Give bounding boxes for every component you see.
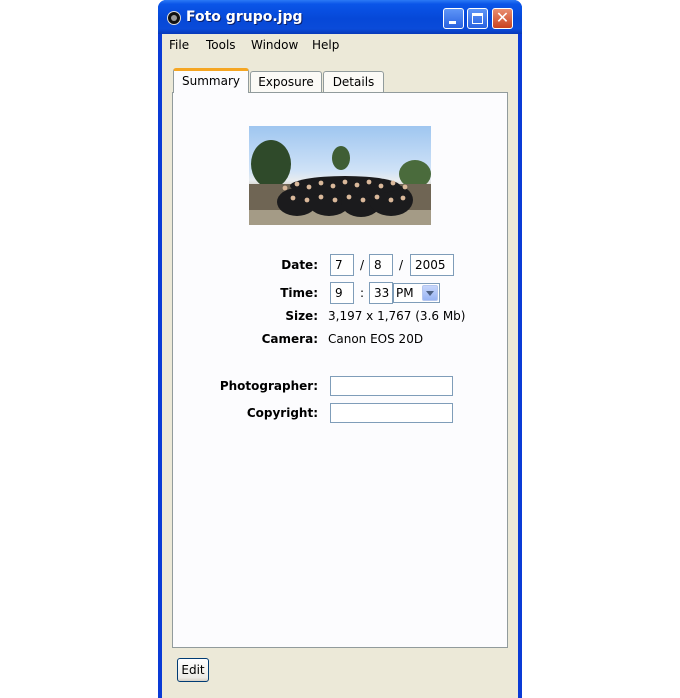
camera-lens-icon[interactable] <box>167 11 181 25</box>
edit-button[interactable]: Edit <box>177 658 209 682</box>
photo-thumbnail <box>249 126 431 225</box>
date-day-field[interactable]: 8 <box>369 254 393 276</box>
menu-help[interactable]: Help <box>312 38 339 52</box>
size-label: Size: <box>285 309 318 323</box>
size-value: 3,197 x 1,767 (3.6 Mb) <box>328 309 466 323</box>
menu-window[interactable]: Window <box>251 38 298 52</box>
copyright-field[interactable] <box>330 403 453 423</box>
date-separator-2: / <box>399 258 404 272</box>
menu-tools[interactable]: Tools <box>206 38 236 52</box>
maximize-icon <box>472 13 483 24</box>
photographer-label: Photographer: <box>219 379 318 393</box>
copyright-label: Copyright: <box>246 406 318 420</box>
window-client: File Tools Window Help Summary Exposure … <box>162 34 518 698</box>
date-separator-1: / <box>360 258 365 272</box>
close-icon: ✕ <box>495 8 510 27</box>
time-minute-field[interactable]: 33 <box>369 282 393 304</box>
photographer-field[interactable] <box>330 376 453 396</box>
title-bar[interactable]: Foto grupo.jpg ✕ <box>158 0 522 34</box>
time-label: Time: <box>280 286 318 300</box>
tab-details[interactable]: Details <box>323 71 384 93</box>
tab-summary[interactable]: Summary <box>173 68 249 93</box>
maximize-button[interactable] <box>467 8 488 29</box>
camera-label: Camera: <box>261 332 318 346</box>
date-label: Date: <box>281 258 318 272</box>
time-hour-field[interactable]: 9 <box>330 282 354 304</box>
chevron-down-icon[interactable] <box>422 285 438 301</box>
minimize-button[interactable] <box>443 8 464 29</box>
date-month-field[interactable]: 7 <box>330 254 354 276</box>
minimize-icon <box>449 21 456 24</box>
menu-file[interactable]: File <box>169 38 189 52</box>
date-year-field[interactable]: 2005 <box>410 254 454 276</box>
window-title: Foto grupo.jpg <box>186 9 303 25</box>
time-separator: : <box>360 286 365 300</box>
tab-exposure[interactable]: Exposure <box>250 71 322 93</box>
close-button[interactable]: ✕ <box>492 8 513 29</box>
camera-value: Canon EOS 20D <box>328 332 424 346</box>
app-window: Foto grupo.jpg ✕ File Tools Window Help … <box>158 0 522 698</box>
menu-bar: File Tools Window Help <box>162 34 518 58</box>
ampm-select[interactable]: PM <box>393 283 440 303</box>
ampm-value: PM <box>396 286 414 300</box>
